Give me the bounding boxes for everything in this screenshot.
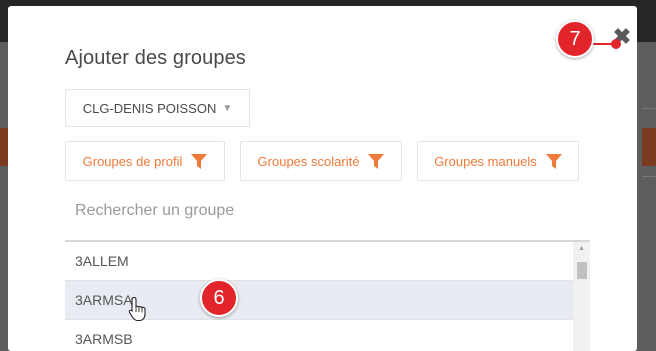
step-7-badge: 7 — [556, 20, 594, 58]
school-select[interactable]: CLG-DENIS POISSON ▼ — [65, 89, 250, 127]
backdrop-divider — [642, 176, 656, 177]
filter-label: Groupes manuels — [434, 153, 537, 169]
step-6-badge: 6 — [200, 279, 238, 317]
group-search-input[interactable] — [65, 196, 590, 226]
list-scrollbar[interactable]: ▲ — [573, 242, 590, 351]
backdrop-accent — [642, 128, 656, 166]
school-select-value: CLG-DENIS POISSON — [82, 100, 217, 116]
funnel-icon — [191, 153, 208, 169]
list-item[interactable]: 3ALLEM — [65, 242, 573, 281]
filter-profile-groups-button[interactable]: Groupes de profil — [65, 141, 225, 181]
modal-title: Ajouter des groupes — [65, 47, 246, 69]
backdrop-divider — [642, 108, 656, 109]
group-name: 3ARMSB — [75, 331, 133, 347]
caret-down-icon: ▼ — [222, 102, 233, 114]
add-groups-modal: Ajouter des groupes ✖ CLG-DENIS POISSON … — [8, 6, 637, 351]
filter-school-groups-button[interactable]: Groupes scolarité — [240, 141, 402, 181]
funnel-icon — [368, 153, 385, 169]
group-name: 3ARMSA — [75, 292, 133, 308]
group-name: 3ALLEM — [75, 253, 129, 269]
step-7-pointer-dot — [611, 39, 621, 49]
backdrop-accent — [0, 128, 8, 166]
funnel-icon — [545, 153, 562, 169]
scroll-up-icon[interactable]: ▲ — [573, 245, 590, 252]
hand-cursor-icon — [128, 296, 150, 327]
scroll-thumb[interactable] — [577, 262, 587, 279]
filter-manual-groups-button[interactable]: Groupes manuels — [417, 141, 579, 181]
filter-label: Groupes de profil — [82, 153, 183, 169]
filter-label: Groupes scolarité — [257, 153, 360, 169]
